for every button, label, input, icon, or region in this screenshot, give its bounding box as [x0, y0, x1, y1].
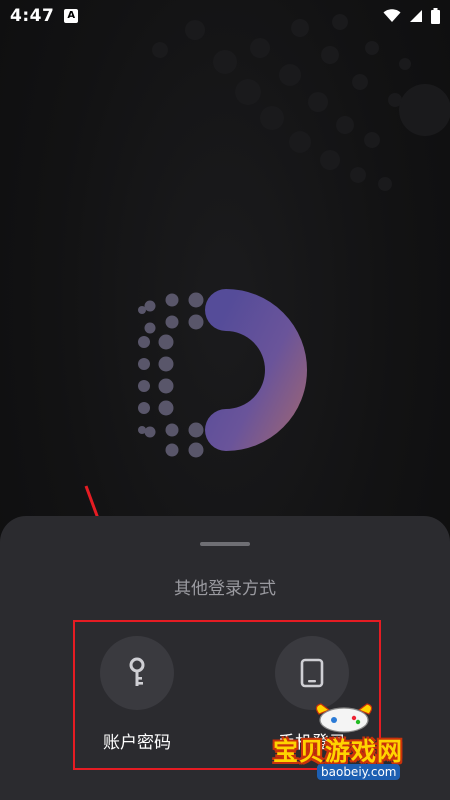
watermark-text: 宝贝游戏网: [273, 737, 404, 766]
watermark-url: baobeiy.com: [317, 764, 401, 780]
sheet-drag-handle[interactable]: [200, 542, 250, 546]
app-screen: 4:47 A 其他登录方式 账户密码 手机登录 宝贝游戏网 baobeiy.co…: [0, 0, 450, 800]
gamepad-icon: [315, 703, 373, 733]
sheet-title: 其他登录方式: [174, 579, 276, 599]
watermark: 宝贝游戏网 baobeiy.com: [265, 700, 425, 785]
app-logo: [138, 289, 307, 458]
background-dot-pattern: [152, 14, 450, 191]
